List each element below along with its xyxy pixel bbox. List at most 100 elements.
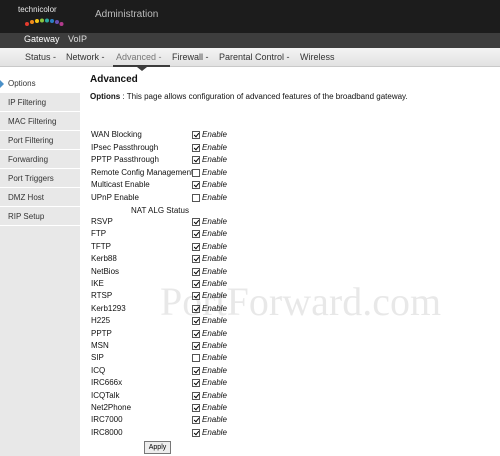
sidebar-item-label: IP Filtering <box>8 98 47 107</box>
enable-label: Enable <box>202 241 227 251</box>
nat-alg-checkbox[interactable] <box>192 404 200 412</box>
enable-label: Enable <box>202 229 227 239</box>
nat-alg-label: ICQTalk <box>91 390 120 400</box>
nat-alg-checkbox[interactable] <box>192 218 200 226</box>
sidebar: Options IP Filtering MAC Filtering Port … <box>0 75 80 456</box>
nat-alg-checkbox[interactable] <box>192 379 200 388</box>
logo-text: technicolor <box>18 5 57 14</box>
header-title: Administration <box>95 9 159 20</box>
nat-alg-checkbox[interactable] <box>192 255 200 264</box>
sidebar-item-ip-filtering[interactable]: IP Filtering <box>0 94 80 112</box>
enable-label: Enable <box>202 353 227 363</box>
page-description: Options : This page allows configuration… <box>90 92 408 101</box>
nat-alg-checkbox[interactable] <box>192 304 200 313</box>
sidebar-item-port-filtering[interactable]: Port Filtering <box>0 132 80 150</box>
sidebar-item-rip-setup[interactable]: RIP Setup <box>0 208 80 226</box>
page-title: Advanced <box>90 74 138 85</box>
option-checkbox[interactable] <box>192 156 200 164</box>
enable-label: Enable <box>202 192 227 202</box>
enable-label: Enable <box>202 303 227 313</box>
nat-alg-checkbox[interactable] <box>192 317 200 326</box>
nat-alg-label: Kerb88 <box>91 254 117 264</box>
sidebar-item-mac-filtering[interactable]: MAC Filtering <box>0 113 80 131</box>
nat-alg-checkbox[interactable] <box>192 416 200 425</box>
nat-alg-label: IRC666x <box>91 378 123 388</box>
enable-label: Enable <box>202 254 227 264</box>
enable-label: Enable <box>202 155 227 164</box>
nat-alg-label: IRC7000 <box>91 415 123 425</box>
nat-alg-label: PPTP <box>91 328 112 338</box>
enable-label: Enable <box>202 291 227 301</box>
nat-alg-checkbox[interactable] <box>192 428 200 437</box>
enable-label: Enable <box>202 130 227 139</box>
enable-label: Enable <box>202 390 227 400</box>
description-text: : This page allows configuration of adva… <box>122 92 408 101</box>
active-nav-pointer <box>137 67 147 71</box>
nat-alg-checkbox[interactable] <box>192 366 200 375</box>
sidebar-item-dmz-host[interactable]: DMZ Host <box>0 189 80 207</box>
nat-alg-checkbox[interactable] <box>192 329 200 338</box>
nav-parental-control[interactable]: Parental Control - <box>219 52 290 62</box>
enable-label: Enable <box>202 167 227 177</box>
nat-alg-label: IRC8000 <box>91 427 123 437</box>
option-label: WAN Blocking <box>91 130 142 139</box>
sidebar-item-label: DMZ Host <box>8 193 44 202</box>
nat-alg-header: NAT ALG Status <box>131 206 189 215</box>
top-bar: technicolor Administration <box>0 0 500 33</box>
logo-dots-icon <box>25 18 64 26</box>
option-label: UPnP Enable <box>91 192 139 202</box>
nav-advanced[interactable]: Advanced - <box>116 52 162 62</box>
enable-label: Enable <box>202 142 227 152</box>
option-checkbox[interactable] <box>192 168 200 177</box>
enable-label: Enable <box>202 266 227 276</box>
nat-alg-checkbox[interactable] <box>192 391 200 400</box>
nat-alg-checkbox[interactable] <box>192 242 200 251</box>
enable-label: Enable <box>202 403 227 412</box>
option-label: PPTP Passthrough <box>91 155 159 164</box>
nat-alg-checkbox[interactable] <box>192 230 200 239</box>
nat-alg-label: SIP <box>91 353 104 363</box>
nat-alg-label: Net2Phone <box>91 403 132 412</box>
nat-alg-label: RTSP <box>91 291 113 301</box>
nat-alg-checkbox[interactable] <box>192 280 200 288</box>
option-label: Multicast Enable <box>91 180 150 189</box>
sidebar-item-port-triggers[interactable]: Port Triggers <box>0 170 80 188</box>
sidebar-item-label: RIP Setup <box>8 212 45 221</box>
option-checkbox[interactable] <box>192 143 200 152</box>
enable-label: Enable <box>202 316 227 326</box>
nav-status[interactable]: Status - <box>25 52 56 62</box>
sidebar-item-forwarding[interactable]: Forwarding <box>0 151 80 169</box>
apply-button[interactable]: Apply <box>144 441 171 454</box>
sub-tab-bar: Gateway VoIP <box>0 33 500 48</box>
option-label: Remote Config Management <box>91 167 194 177</box>
nat-alg-label: Kerb1293 <box>91 303 126 313</box>
enable-label: Enable <box>202 279 227 288</box>
nat-alg-label: IKE <box>91 279 104 288</box>
nav-firewall[interactable]: Firewall - <box>172 52 209 62</box>
option-checkbox[interactable] <box>192 193 200 202</box>
tab-gateway[interactable]: Gateway <box>24 34 60 44</box>
nav-network[interactable]: Network - <box>66 52 105 62</box>
nat-alg-label: RSVP <box>91 217 113 226</box>
nat-alg-label: H225 <box>91 316 111 326</box>
nat-alg-checkbox[interactable] <box>192 292 200 301</box>
option-label: IPsec Passthrough <box>91 142 159 152</box>
nat-alg-label: FTP <box>91 229 107 239</box>
enable-label: Enable <box>202 365 227 375</box>
nav-wireless[interactable]: Wireless <box>300 52 335 62</box>
option-checkbox[interactable] <box>192 131 200 139</box>
tab-voip[interactable]: VoIP <box>68 34 87 44</box>
sidebar-item-options[interactable]: Options <box>0 75 80 93</box>
enable-label: Enable <box>202 415 227 425</box>
main-nav: Status - Network - Advanced - Firewall -… <box>0 48 500 67</box>
nat-alg-checkbox[interactable] <box>192 354 200 363</box>
enable-label: Enable <box>202 180 227 189</box>
sidebar-item-label: MAC Filtering <box>8 117 57 126</box>
nat-alg-label: TFTP <box>91 241 111 251</box>
sidebar-item-label: Port Filtering <box>8 136 54 145</box>
nat-alg-checkbox[interactable] <box>192 342 200 350</box>
option-checkbox[interactable] <box>192 181 200 189</box>
sidebar-item-label: Port Triggers <box>8 174 54 183</box>
sidebar-item-label: Forwarding <box>8 155 49 164</box>
nat-alg-checkbox[interactable] <box>192 267 200 276</box>
